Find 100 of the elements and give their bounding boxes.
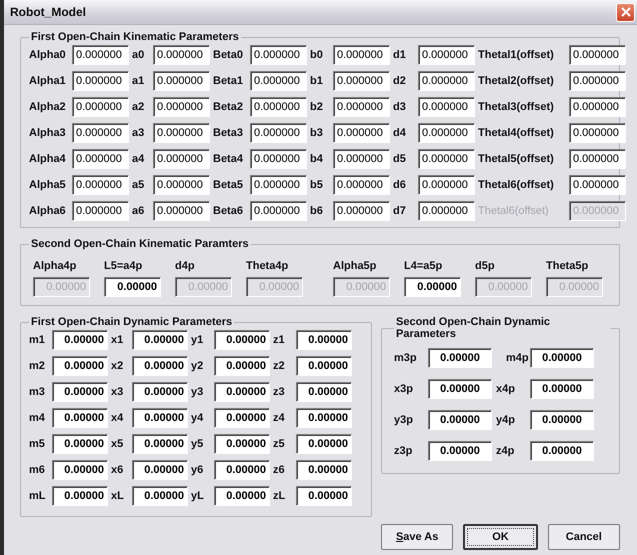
input-field[interactable]: 0.000000	[569, 149, 626, 169]
input-field[interactable]: 0.00000	[132, 330, 188, 350]
field-label: Beta6	[213, 205, 244, 217]
input-field[interactable]: 0.000000	[153, 123, 210, 143]
input-field[interactable]: 0.000000	[418, 149, 475, 169]
input-field[interactable]: 0.00000	[296, 356, 352, 376]
input-field[interactable]: 0.000000	[72, 123, 129, 143]
input-field[interactable]: 0.000000	[418, 71, 475, 91]
input-field[interactable]: 0.000000	[72, 97, 129, 117]
input-field[interactable]: 0.000000	[153, 201, 210, 221]
input-field[interactable]: 0.00000	[530, 379, 594, 399]
input-field[interactable]: 0.000000	[250, 123, 307, 143]
input-field[interactable]: 0.000000	[569, 45, 626, 65]
input-field[interactable]: 0.00000	[52, 382, 108, 402]
dialog-button[interactable]: Save As	[381, 524, 454, 550]
input-field[interactable]: 0.00000	[428, 441, 492, 461]
input-field[interactable]: 0.00000	[52, 356, 108, 376]
input-field[interactable]: 0.000000	[333, 175, 390, 195]
input-field[interactable]: 0.00000	[530, 441, 594, 461]
input-field[interactable]: 0.000000	[250, 97, 307, 117]
input-field[interactable]: 0.00000	[132, 486, 188, 506]
field-label: x3p	[394, 383, 414, 395]
field-label: d7	[393, 205, 407, 217]
input-field[interactable]: 0.000000	[569, 175, 626, 195]
input-field[interactable]: 0.000000	[250, 71, 307, 91]
input-field[interactable]: 0.00000	[428, 379, 492, 399]
input-field[interactable]: 0.000000	[569, 97, 626, 117]
input-field[interactable]: 0.00000	[296, 434, 352, 454]
field-label: d6	[393, 179, 407, 191]
dialog-button[interactable]: OK	[463, 524, 538, 550]
input-field[interactable]: 0.00000	[132, 460, 188, 480]
input-field[interactable]: 0.00000	[214, 382, 270, 402]
input-field[interactable]: 0.00000	[52, 460, 108, 480]
input-field[interactable]: 0.000000	[72, 149, 129, 169]
input-field[interactable]: 0.000000	[153, 175, 210, 195]
input-field[interactable]: 0.00000	[404, 277, 461, 297]
input-field[interactable]: 0.00000	[104, 277, 161, 297]
input-field[interactable]: 0.000000	[250, 149, 307, 169]
dialog-button[interactable]: Cancel	[548, 524, 620, 550]
field-label: x5	[111, 438, 124, 450]
field-label: m2	[29, 360, 46, 372]
input-field[interactable]: 0.000000	[153, 71, 210, 91]
input-field[interactable]: 0.000000	[333, 149, 390, 169]
input-field[interactable]: 0.00000	[214, 486, 270, 506]
input-field[interactable]: 0.00000	[52, 486, 108, 506]
field-label: a0	[132, 49, 146, 61]
input-field[interactable]: 0.00000	[52, 408, 108, 428]
input-field[interactable]: 0.000000	[72, 45, 129, 65]
input-field[interactable]: 0.000000	[153, 149, 210, 169]
input-field[interactable]: 0.00000	[530, 410, 594, 430]
input-field[interactable]: 0.00000	[132, 434, 188, 454]
input-field[interactable]: 0.00000	[132, 382, 188, 402]
input-field[interactable]: 0.000000	[418, 97, 475, 117]
field-label: y6	[191, 464, 204, 476]
close-button[interactable]	[616, 2, 635, 22]
input-field[interactable]: 0.000000	[250, 45, 307, 65]
input-field[interactable]: 0.000000	[250, 201, 307, 221]
input-field[interactable]: 0.000000	[72, 175, 129, 195]
input-field[interactable]: 0.000000	[418, 201, 475, 221]
field-label: a2	[132, 101, 146, 113]
field-label: a5	[132, 179, 146, 191]
input-field[interactable]: 0.00000	[214, 330, 270, 350]
field-label: b5	[310, 179, 324, 191]
input-field[interactable]: 0.00000	[132, 408, 188, 428]
input-field[interactable]: 0.000000	[333, 123, 390, 143]
input-field[interactable]: 0.000000	[72, 71, 129, 91]
input-field[interactable]: 0.00000	[530, 348, 594, 368]
input-field[interactable]: 0.000000	[153, 97, 210, 117]
input-field[interactable]: 0.000000	[333, 45, 390, 65]
field-label: Alpha1	[29, 75, 67, 87]
input-field[interactable]: 0.00000	[214, 356, 270, 376]
input-field[interactable]: 0.00000	[296, 330, 352, 350]
field-label: Alpha5p	[333, 260, 378, 272]
input-field[interactable]: 0.00000	[214, 408, 270, 428]
input-field[interactable]: 0.00000	[52, 330, 108, 350]
input-field[interactable]: 0.00000	[296, 486, 352, 506]
input-field[interactable]: 0.00000	[296, 408, 352, 428]
input-field[interactable]: 0.000000	[72, 201, 129, 221]
group-title: First Open-Chain Dynamic Parameters	[30, 316, 234, 328]
input-field[interactable]: 0.00000	[296, 460, 352, 480]
field-label: Alpha4p	[33, 260, 78, 272]
input-field[interactable]: 0.00000	[132, 356, 188, 376]
input-field[interactable]: 0.000000	[418, 45, 475, 65]
input-field[interactable]: 0.000000	[418, 123, 475, 143]
input-field[interactable]: 0.00000	[214, 434, 270, 454]
input-field[interactable]: 0.000000	[333, 71, 390, 91]
input-field[interactable]: 0.00000	[214, 460, 270, 480]
field-label: Alpha4	[29, 153, 67, 165]
input-field[interactable]: 0.00000	[52, 434, 108, 454]
input-field[interactable]: 0.000000	[333, 97, 390, 117]
input-field[interactable]: 0.000000	[418, 175, 475, 195]
input-field[interactable]: 0.00000	[296, 382, 352, 402]
input-field[interactable]: 0.000000	[569, 71, 626, 91]
input-field[interactable]: 0.000000	[333, 201, 390, 221]
input-field[interactable]: 0.000000	[250, 175, 307, 195]
field-label: y4	[191, 412, 204, 424]
input-field[interactable]: 0.000000	[153, 45, 210, 65]
input-field[interactable]: 0.000000	[569, 123, 626, 143]
input-field[interactable]: 0.00000	[428, 348, 492, 368]
input-field[interactable]: 0.00000	[428, 410, 492, 430]
